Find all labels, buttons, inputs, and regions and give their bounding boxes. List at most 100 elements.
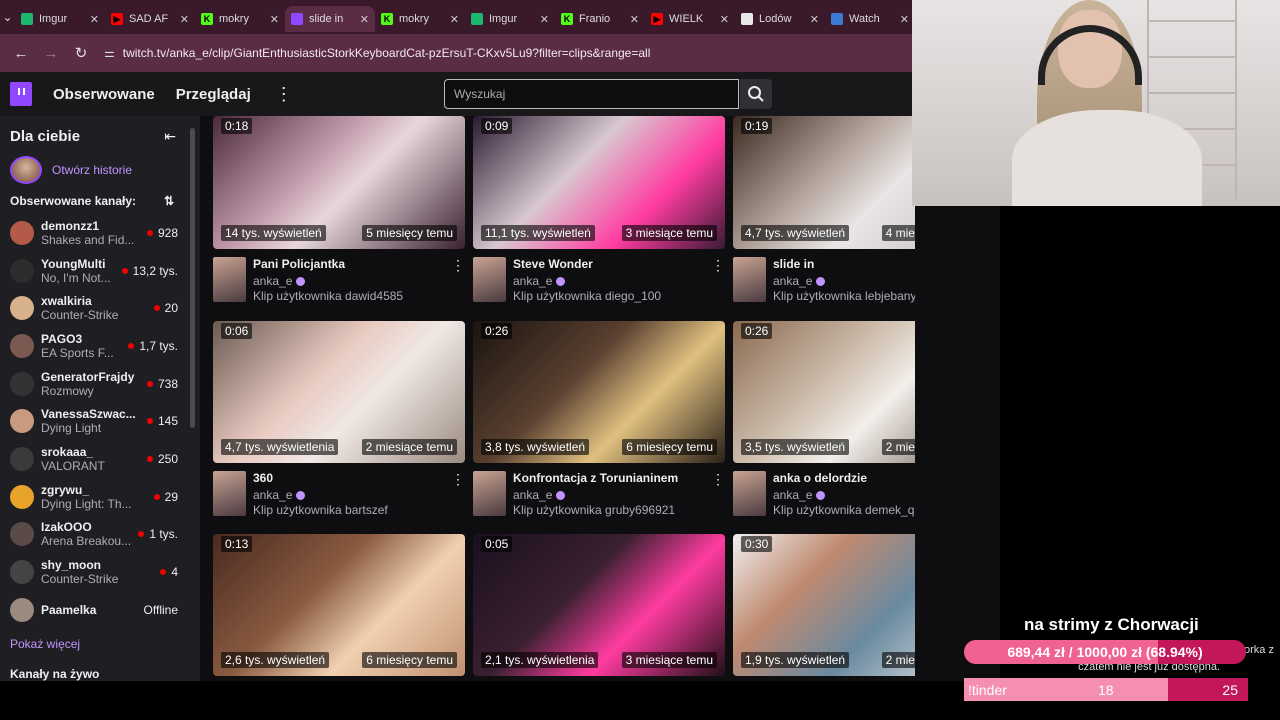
clip-channel[interactable]: anka_e [773,488,812,502]
back-button[interactable]: ← [8,40,34,66]
browser-tab[interactable]: Imgur ✕ [15,6,105,32]
browser-tab[interactable]: Imgur ✕ [465,6,555,32]
collapse-sidebar-icon[interactable]: ⇤ [164,128,176,145]
browser-tab[interactable]: Kmokry ✕ [375,6,465,32]
close-tab-icon[interactable]: ✕ [810,13,819,26]
clip-card[interactable]: 0:26 3,8 tys. wyświetleń 6 miesięcy temu Ko… [473,321,725,519]
search-button[interactable] [740,79,772,109]
browser-tab[interactable]: Lodów ✕ [735,6,825,32]
clip-thumbnail[interactable]: 0:09 11,1 tys. wyświetleń 3 miesiące temu [473,116,725,249]
close-tab-icon[interactable]: ✕ [540,13,549,26]
reload-button[interactable]: ↻ [68,40,94,66]
clip-thumbnail[interactable]: 0:18 14 tys. wyświetleń 5 miesięcy temu [213,116,465,249]
followed-channel[interactable]: YoungMulti No, I'm Not... 13,2 tys. [0,252,200,290]
channel-avatar[interactable] [733,257,766,302]
clip-author[interactable]: Klip użytkownika gruby696921 [513,503,711,519]
site-info-icon[interactable]: ⚌ [104,46,115,60]
followed-channel[interactable]: xwalkiria Counter-Strike 20 [0,289,200,327]
channel-avatar[interactable] [10,296,34,321]
close-tab-icon[interactable]: ✕ [900,13,909,26]
browser-tab[interactable]: Watch ✕ [825,6,915,32]
channel-avatar[interactable] [10,371,34,396]
channel-avatar[interactable] [10,560,34,585]
story-avatar[interactable] [10,156,42,184]
channel-avatar[interactable] [10,333,34,358]
followed-channel[interactable]: demonzz1 Shakes and Fid... 928 [0,214,200,252]
clip-card[interactable]: 0:26 3,5 tys. wyświetleń 2 miesiące temu an… [733,321,915,519]
channel-avatar[interactable] [10,484,34,509]
browser-tab[interactable]: ▶ WIELK ✕ [645,6,735,32]
close-tab-icon[interactable]: ✕ [630,13,639,26]
close-tab-icon[interactable]: ✕ [270,13,279,26]
clip-menu-icon[interactable]: ⋮ [451,471,465,519]
clip-card[interactable]: 0:05 2,1 tys. wyświetlenia 3 miesiące temu [473,534,725,676]
stories-row[interactable]: Otwórz historie [0,156,200,184]
clip-title[interactable]: Steve Wonder [513,257,711,273]
clip-author[interactable]: Klip użytkownika demek_q [773,503,915,519]
more-menu-icon[interactable]: ⋮ [275,84,293,105]
channel-avatar[interactable] [473,257,506,302]
followed-channel[interactable]: zgrywu_ Dying Light: Th... 29 [0,478,200,516]
clip-thumbnail[interactable]: 0:06 4,7 tys. wyświetlenia 2 miesiące temu [213,321,465,463]
clip-author[interactable]: Klip użytkownika dawid4585 [253,289,451,305]
browser-tab[interactable]: K Franio ✕ [555,6,645,32]
clip-thumbnail[interactable]: 0:19 4,7 tys. wyświetleń 4 miesiące temu [733,116,915,249]
clip-channel[interactable]: anka_e [513,274,552,288]
channel-avatar[interactable] [10,522,34,547]
followed-channel[interactable]: IzakOOO Arena Breakou... 1 tys. [0,516,200,554]
close-tab-icon[interactable]: ✕ [180,13,189,26]
clip-author[interactable]: Klip użytkownika diego_100 [513,289,711,305]
channel-avatar[interactable] [473,471,506,516]
followed-channel[interactable]: GeneratorFrajdy Rozmowy 738 [0,365,200,403]
close-tab-icon[interactable]: ✕ [450,13,459,26]
channel-avatar[interactable] [10,258,34,283]
browser-tab[interactable]: slide in ✕ [285,6,375,32]
clip-card[interactable]: 0:13 2,6 tys. wyświetleń 6 miesięcy temu [213,534,465,676]
channel-avatar[interactable] [10,597,34,622]
followed-channel[interactable]: VanessaSzwac... Dying Light 145 [0,402,200,440]
clip-title[interactable]: Konfrontacja z Torunianinem [513,471,711,487]
clip-channel[interactable]: anka_e [253,488,292,502]
close-tab-icon[interactable]: ✕ [720,13,729,26]
followed-channel[interactable]: Paamelka Offline [0,591,200,629]
sidebar-scrollbar[interactable] [190,128,195,428]
clip-channel[interactable]: anka_e [253,274,292,288]
followed-channel[interactable]: srokaaa_ VALORANT 250 [0,440,200,478]
clip-thumbnail[interactable]: 0:26 3,5 tys. wyświetleń 2 miesiące temu [733,321,915,463]
open-stories-link[interactable]: Otwórz historie [52,163,132,177]
clip-card[interactable]: 0:18 14 tys. wyświetleń 5 miesięcy temu Pan… [213,116,465,305]
browser-tab[interactable]: Kmokry ✕ [195,6,285,32]
nav-following[interactable]: Obserwowane [53,86,155,103]
search-input[interactable]: Wyszukaj [444,79,739,109]
close-tab-icon[interactable]: ✕ [360,13,369,26]
clip-thumbnail[interactable]: 0:30 1,9 tys. wyświetleń 2 miesiące temu [733,534,915,676]
clip-author[interactable]: Klip użytkownika bartszef [253,503,451,519]
clip-menu-icon[interactable]: ⋮ [711,471,725,519]
followed-channel[interactable]: PAGO3 EA Sports F... 1,7 tys. [0,327,200,365]
close-tab-icon[interactable]: ✕ [90,13,99,26]
browser-tab[interactable]: ▶ SAD AF ✕ [105,6,195,32]
clip-channel[interactable]: anka_e [773,274,812,288]
clip-title[interactable]: Pani Policjantka [253,257,451,273]
clip-card[interactable]: 0:30 1,9 tys. wyświetleń 2 miesiące temu [733,534,915,676]
clip-channel[interactable]: anka_e [513,488,552,502]
twitch-logo-icon[interactable] [10,82,32,106]
clip-card[interactable]: 0:19 4,7 tys. wyświetleń 4 miesiące temu sl… [733,116,915,305]
channel-avatar[interactable] [10,220,34,245]
channel-avatar[interactable] [10,409,34,434]
tab-search-icon[interactable]: ⌄ [0,0,15,34]
clip-card[interactable]: 0:09 11,1 tys. wyświetleń 3 miesiące temu S… [473,116,725,305]
clip-title[interactable]: anka o delordzie [773,471,915,487]
clip-menu-icon[interactable]: ⋮ [711,257,725,305]
clip-author[interactable]: Klip użytkownika lebjebany [773,289,915,305]
clip-card[interactable]: 0:06 4,7 tys. wyświetlenia 2 miesiące temu… [213,321,465,519]
followed-channel[interactable]: shy_moon Counter-Strike 4 [0,553,200,591]
url-field[interactable]: ⚌ twitch.tv/anka_e/clip/GiantEnthusiasti… [104,39,915,67]
clip-thumbnail[interactable]: 0:13 2,6 tys. wyświetleń 6 miesięcy temu [213,534,465,676]
clip-title[interactable]: slide in [773,257,915,273]
show-more-link[interactable]: Pokaż więcej [0,629,200,659]
clip-thumbnail[interactable]: 0:05 2,1 tys. wyświetlenia 3 miesiące temu [473,534,725,676]
nav-browse[interactable]: Przeglądaj [176,86,251,103]
channel-avatar[interactable] [213,471,246,516]
channel-avatar[interactable] [733,471,766,516]
